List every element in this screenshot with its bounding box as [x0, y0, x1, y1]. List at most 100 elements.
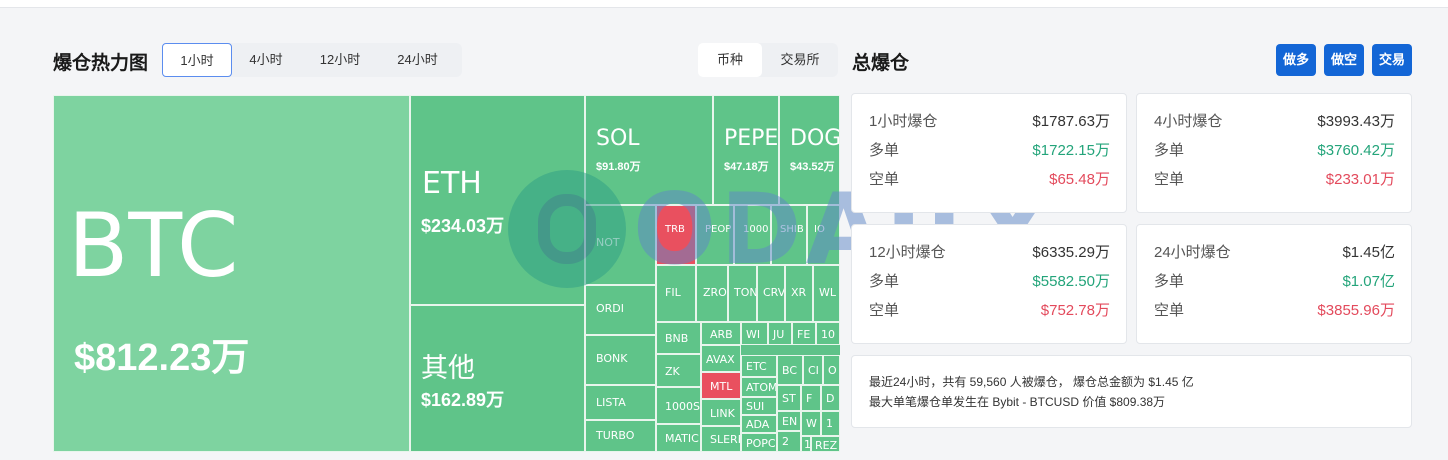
treemap-cell-atom[interactable]: ATOM	[741, 377, 777, 397]
treemap-cell-bc[interactable]: BC	[777, 355, 803, 385]
cell-value: $234.03万	[421, 216, 505, 236]
cell-symbol: JU	[773, 328, 785, 341]
treemap-cell-rez[interactable]: REZ	[811, 436, 840, 452]
card-label: 12小时爆仓	[869, 244, 946, 261]
cell-symbol: ADA	[746, 418, 770, 431]
long-value: $5582.50万	[1032, 273, 1110, 290]
treemap-cell-w[interactable]: W	[801, 411, 821, 436]
card-24h: 24小时爆仓 $1.45亿 多单 $1.07亿 空单 $3855.96万	[1136, 224, 1412, 344]
treemap-cell-pepe[interactable]: PEPE $47.18万	[713, 95, 779, 205]
treemap-cell-btc[interactable]: BTC $812.23万	[53, 95, 410, 452]
treemap-cell-bonk[interactable]: BONK	[585, 335, 656, 385]
treemap-cell-etc[interactable]: ETC	[741, 355, 777, 377]
cell-symbol: WI	[746, 328, 761, 341]
cell-symbol: XR	[791, 286, 807, 299]
cell-symbol: BNB	[665, 332, 689, 345]
treemap-cell-10[interactable]: 10	[801, 436, 811, 452]
treemap-cell-d[interactable]: D	[821, 385, 840, 411]
cell-symbol: W	[806, 417, 817, 430]
treemap-cell-crv[interactable]: CRV	[757, 265, 785, 322]
card-total: $1787.63万	[1032, 113, 1110, 130]
treemap-cell-fe[interactable]: FE	[792, 322, 816, 345]
tab-24h[interactable]: 24小时	[380, 43, 455, 77]
treemap-cell-bnb[interactable]: BNB	[656, 322, 701, 354]
heatmap-title: 爆仓热力图	[53, 53, 149, 74]
cell-symbol: CI	[808, 364, 819, 377]
cell-symbol: MTL	[710, 380, 733, 393]
top-bar	[0, 0, 1448, 8]
treemap-cell-zro[interactable]: ZRO	[696, 265, 728, 322]
tab-1h[interactable]: 1小时	[162, 43, 232, 77]
treemap-cell-ton[interactable]: TON	[728, 265, 757, 322]
treemap-cell-ju[interactable]: JU	[768, 322, 792, 345]
treemap-cell-1[interactable]: 1	[821, 411, 840, 436]
cell-symbol: ETC	[746, 360, 767, 373]
treemap-cell-arb[interactable]: ARB	[701, 322, 741, 345]
treemap-cell-2[interactable]: 2	[777, 431, 801, 452]
cell-symbol: SUI	[746, 400, 765, 413]
cell-symbol: ZRO	[703, 286, 727, 299]
treemap-cell-popc[interactable]: POPC	[741, 433, 777, 452]
toggle-exchange[interactable]: 交易所	[762, 43, 838, 77]
treemap-cell-sol[interactable]: SOL $91.80万	[585, 95, 713, 205]
treemap-cell-lista[interactable]: LISTA	[585, 385, 656, 420]
card-total: $3993.43万	[1317, 113, 1395, 130]
treemap-cell-eth[interactable]: ETH $234.03万	[410, 95, 585, 305]
treemap-cell-trb[interactable]: TRB	[656, 205, 696, 265]
treemap-cell-turbo[interactable]: TURBO	[585, 420, 656, 452]
treemap-cell-ci[interactable]: CI	[803, 355, 823, 385]
treemap-cell-link[interactable]: LINK	[701, 399, 741, 426]
treemap-cell-peop[interactable]: PEOP	[696, 205, 734, 265]
cell-symbol: LINK	[710, 407, 735, 420]
treemap-cell-ordi[interactable]: ORDI	[585, 285, 656, 335]
note-line-2: 最大单笔爆仓单发生在 Bybit - BTCUSD 价值 $809.38万	[869, 395, 1166, 409]
treemap-cell-en[interactable]: EN	[777, 411, 801, 431]
treemap-cell-其他[interactable]: 其他 $162.89万	[410, 305, 585, 452]
treemap-cell-10[interactable]: 10	[816, 322, 840, 345]
long-label: 多单	[869, 142, 900, 159]
tab-12h[interactable]: 12小时	[300, 43, 380, 77]
cell-symbol: 1000	[743, 224, 769, 235]
cell-symbol: ETH	[422, 166, 482, 201]
cell-symbol: BTC	[68, 194, 239, 297]
treemap-cell-io[interactable]: IO	[807, 205, 840, 265]
treemap-cell-matic[interactable]: MATIC	[656, 424, 701, 452]
treemap-cell-ada[interactable]: ADA	[741, 415, 777, 433]
card-label: 4小时爆仓	[1154, 113, 1223, 130]
cell-symbol: F	[806, 392, 813, 405]
treemap-cell-wl[interactable]: WL	[813, 265, 840, 322]
long-button[interactable]: 做多	[1276, 44, 1316, 76]
treemap-cell-sui[interactable]: SUI	[741, 397, 777, 415]
toggle-coin[interactable]: 币种	[698, 43, 762, 77]
treemap-cell-mtl[interactable]: MTL	[701, 372, 741, 399]
tab-4h[interactable]: 4小时	[232, 43, 300, 77]
treemap-cell-1000[interactable]: 1000	[734, 205, 771, 265]
treemap-cell-fil[interactable]: FIL	[656, 265, 696, 322]
short-button[interactable]: 做空	[1324, 44, 1364, 76]
long-label: 多单	[869, 273, 900, 290]
treemap-cell-wi[interactable]: WI	[741, 322, 768, 345]
treemap-cell-avax[interactable]: AVAX	[701, 345, 741, 372]
treemap-cell-doge[interactable]: DOGE $43.52万	[779, 95, 840, 205]
treemap-cell-f[interactable]: F	[801, 385, 821, 411]
treemap-cell-not[interactable]: NOT	[585, 205, 656, 285]
group-toggle: 币种 交易所	[698, 43, 838, 77]
liquidation-treemap: BTC $812.23万 ETH $234.03万其他 $162.89万 SOL $91.8…	[53, 95, 840, 452]
treemap-cell-zk[interactable]: ZK	[656, 354, 701, 387]
treemap-cell-st[interactable]: ST	[777, 385, 801, 411]
cell-value: $162.89万	[421, 390, 505, 410]
treemap-cell-o[interactable]: O	[823, 355, 840, 385]
treemap-cell-shib[interactable]: SHIB	[771, 205, 807, 265]
cell-symbol: SHIB	[780, 224, 804, 235]
short-label: 空单	[1154, 302, 1185, 319]
card-total: $1.45亿	[1342, 244, 1395, 261]
long-value: $1722.15万	[1032, 142, 1110, 159]
treemap-cell-slerf[interactable]: SLERF	[701, 426, 741, 452]
trade-button[interactable]: 交易	[1372, 44, 1412, 76]
cell-symbol: O	[828, 364, 837, 377]
cell-symbol: REZ	[815, 439, 838, 452]
treemap-cell-1000s[interactable]: 1000S	[656, 387, 701, 424]
card-label: 24小时爆仓	[1154, 244, 1231, 261]
summary-note: 最近24小时，共有 59,560 人被爆仓， 爆仓总金额为 $1.45 亿 最大…	[851, 355, 1412, 428]
treemap-cell-xr[interactable]: XR	[785, 265, 813, 322]
